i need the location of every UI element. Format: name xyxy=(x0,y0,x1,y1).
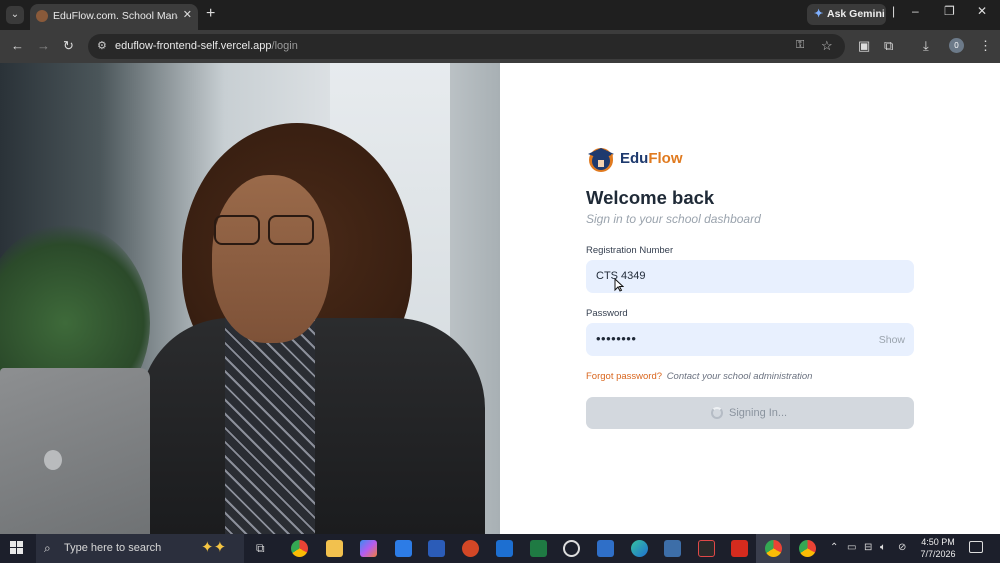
back-icon[interactable]: ← xyxy=(11,38,24,53)
person-glasses xyxy=(208,215,318,245)
tab-search-menu-icon[interactable]: ⌄ xyxy=(6,6,24,24)
forward-icon[interactable]: → xyxy=(37,38,50,53)
tab-title: EduFlow.com. School Managem xyxy=(53,10,178,22)
forgot-password-row: Forgot password? Contact your school adm… xyxy=(586,371,812,382)
minimize-icon[interactable]: – xyxy=(912,4,919,18)
copilot-icon[interactable] xyxy=(360,540,377,557)
windows-start-icon[interactable] xyxy=(10,541,24,555)
gemini-icon: ✦ xyxy=(814,8,824,20)
windows-taskbar: ⌕ Type here to search ✦✦ ⧉ ⌃ ▭ ⊟ 🔈︎ ⊘ 4:… xyxy=(0,534,1000,563)
graduation-cap-icon xyxy=(588,148,614,172)
taskbar-search-box[interactable]: ⌕ Type here to search ✦✦ xyxy=(36,534,244,563)
forgot-password-note: Contact your school administration xyxy=(666,371,813,382)
excel-icon[interactable] xyxy=(530,540,547,557)
task-view-icon[interactable]: ⧉ xyxy=(256,541,265,556)
laptop-logo-icon xyxy=(44,450,62,470)
laptop xyxy=(0,368,150,534)
restore-icon[interactable]: ❐ xyxy=(944,4,955,18)
registration-number-input[interactable]: CTS 4349 xyxy=(586,260,914,293)
outlook-icon[interactable] xyxy=(496,540,513,557)
login-panel: EduFlow Welcome back Sign in to your sch… xyxy=(500,63,1000,534)
chrome-app-icon[interactable] xyxy=(291,540,308,557)
postgres-icon[interactable] xyxy=(664,540,681,557)
download-icon[interactable]: ⤓ xyxy=(923,38,929,54)
app-icon[interactable] xyxy=(698,540,715,557)
network-icon[interactable]: ⊟ xyxy=(864,542,872,553)
new-tab-button[interactable]: + xyxy=(206,5,215,23)
url-text: eduflow-frontend-self.vercel.app/login xyxy=(115,40,298,52)
person-face xyxy=(212,175,330,343)
loading-spinner-icon xyxy=(711,407,723,419)
wifi-off-icon[interactable]: ⊘ xyxy=(898,542,906,553)
clock-app-icon[interactable] xyxy=(563,540,580,557)
site-info-icon[interactable]: ⚙ xyxy=(97,39,107,52)
battery-icon: ▭ xyxy=(847,542,857,553)
password-input[interactable]: •••••••• Show xyxy=(586,323,914,356)
sign-in-label: Signing In... xyxy=(729,407,788,419)
powerpoint-icon[interactable] xyxy=(462,540,479,557)
chrome-profile-icon[interactable] xyxy=(799,540,816,557)
profile-avatar[interactable]: 0 xyxy=(949,38,964,53)
tray-chevron-icon[interactable]: ⌃ xyxy=(830,542,838,553)
ask-gemini-button[interactable]: ✦ Ask Gemini xyxy=(807,4,886,25)
address-bar[interactable]: ⚙ eduflow-frontend-self.vercel.app/login… xyxy=(88,34,845,59)
page-title: Welcome back xyxy=(586,187,715,208)
registration-label: Registration Number xyxy=(586,245,674,256)
taskbar-clock[interactable]: 4:50 PM 7/7/2026 xyxy=(918,536,958,560)
show-password-button[interactable]: Show xyxy=(879,334,905,346)
browser-toolbar: ← → ↻ ⚙ eduflow-frontend-self.vercel.app… xyxy=(0,30,1000,63)
acrobat-icon[interactable] xyxy=(731,540,748,557)
sign-in-button[interactable]: Signing In... xyxy=(586,397,914,429)
volume-icon[interactable]: 🔈︎ xyxy=(880,542,886,553)
forgot-password-link[interactable]: Forgot password? xyxy=(586,371,662,382)
search-icon: ⌕ xyxy=(44,541,51,555)
browser-tab[interactable]: EduFlow.com. School Managem ✕ xyxy=(30,4,198,30)
browser-tab-strip: ⌄ EduFlow.com. School Managem ✕ + ✦ Ask … xyxy=(0,0,1000,30)
file-explorer-icon[interactable] xyxy=(326,540,343,557)
favicon-icon xyxy=(36,10,48,22)
brand-name: EduFlow xyxy=(620,150,683,167)
taskbar-search-placeholder: Type here to search xyxy=(64,542,162,554)
extension-icon[interactable]: ⧉ xyxy=(884,38,893,54)
search-highlight-icon: ✦✦ xyxy=(201,539,227,556)
word-icon[interactable] xyxy=(428,540,445,557)
mouse-cursor-icon xyxy=(614,278,624,292)
page-subtitle: Sign in to your school dashboard xyxy=(586,212,761,226)
password-label: Password xyxy=(586,308,628,319)
chrome-active-icon[interactable] xyxy=(765,540,782,557)
reading-mode-icon[interactable]: ▣ xyxy=(858,38,870,54)
clock-time: 4:50 PM xyxy=(921,537,955,547)
hero-photo xyxy=(0,63,500,534)
tab-close-icon[interactable]: ✕ xyxy=(183,8,192,21)
notification-icon[interactable] xyxy=(969,541,983,553)
password-value: •••••••• xyxy=(596,331,637,346)
divider-icon: | xyxy=(892,4,896,18)
clock-date: 7/7/2026 xyxy=(920,549,956,559)
reload-icon[interactable]: ↻ xyxy=(63,38,74,54)
photos-icon[interactable] xyxy=(597,540,614,557)
close-window-icon[interactable]: ✕ xyxy=(977,4,987,18)
more-icon[interactable]: ⋮ xyxy=(979,38,992,54)
edge-icon[interactable] xyxy=(631,540,648,557)
password-key-icon[interactable]: ⚿ xyxy=(796,39,804,52)
store-icon[interactable] xyxy=(395,540,412,557)
bookmark-star-icon[interactable]: ☆ xyxy=(821,38,833,54)
ask-gemini-label: Ask Gemini xyxy=(827,8,885,20)
person-blouse xyxy=(225,313,315,534)
